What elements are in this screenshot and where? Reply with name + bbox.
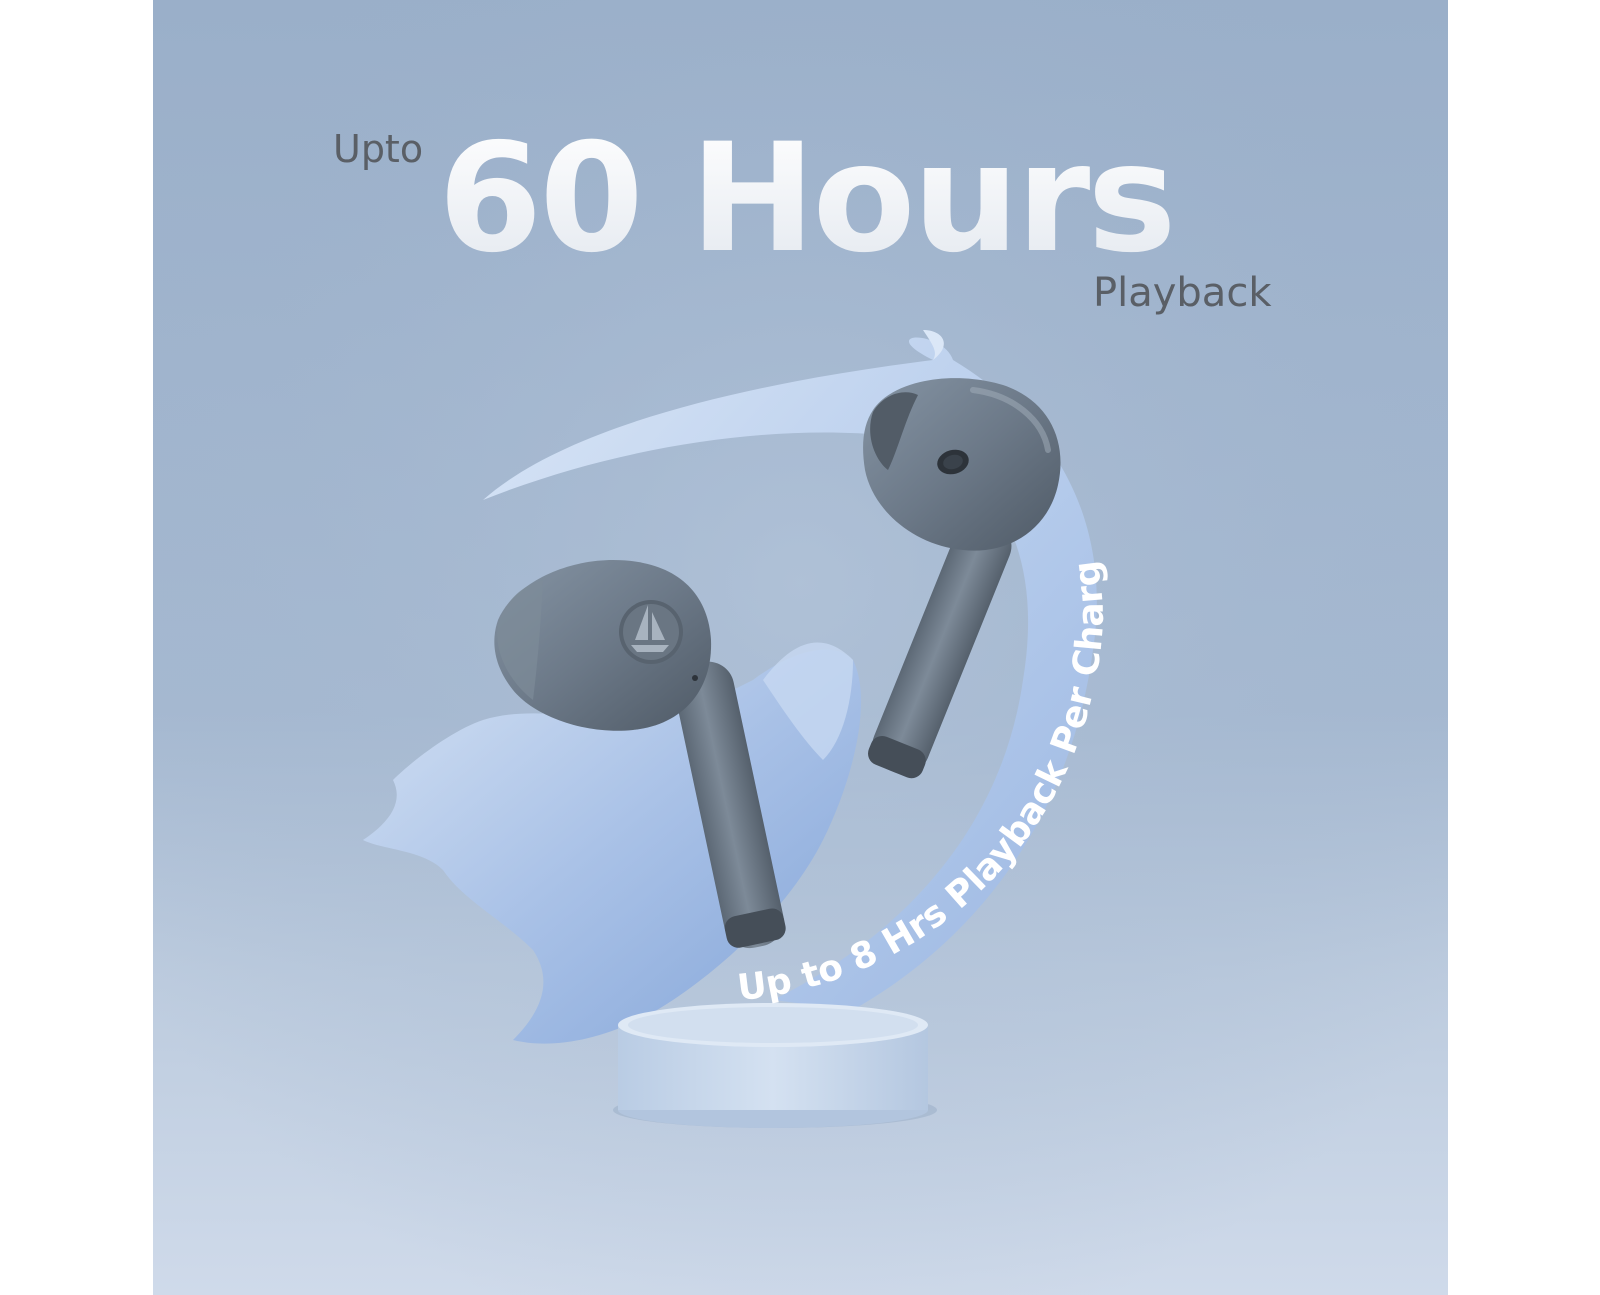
headline-main: 60 Hours [438, 112, 1174, 286]
headline-prefix: Upto [333, 127, 423, 171]
banner-artwork: Upto 60 Hours Playback Up to 8 Hrs Playb… [153, 0, 1448, 1295]
headline-suffix: Playback [1093, 270, 1272, 316]
product-banner: Upto 60 Hours Playback Up to 8 Hrs Playb… [153, 0, 1448, 1295]
podium [613, 1003, 937, 1128]
headline: Upto 60 Hours Playback [333, 112, 1272, 316]
